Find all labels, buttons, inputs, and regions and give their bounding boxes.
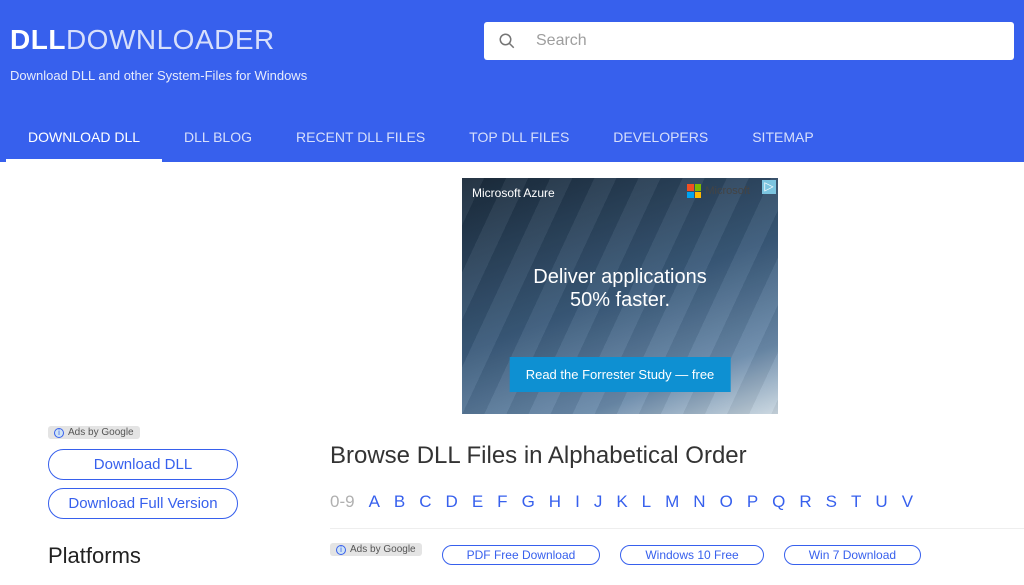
search-input[interactable] bbox=[536, 32, 1000, 50]
ad-cta-button[interactable]: Read the Forrester Study — free bbox=[510, 357, 731, 392]
ad-brand-right: Microsoft bbox=[687, 184, 750, 198]
alpha-letter[interactable]: S bbox=[826, 492, 837, 512]
ad-link-pdf[interactable]: PDF Free Download bbox=[442, 545, 601, 565]
alpha-letter[interactable]: H bbox=[549, 492, 561, 512]
bottom-ads-row: iAds by Google PDF Free Download Windows… bbox=[330, 543, 1024, 566]
nav-top-dll[interactable]: TOP DLL FILES bbox=[447, 117, 591, 162]
alpha-letter[interactable]: K bbox=[616, 492, 627, 512]
nav-developers[interactable]: DEVELOPERS bbox=[591, 117, 730, 162]
search-box[interactable] bbox=[484, 22, 1014, 60]
search-container bbox=[484, 22, 1014, 60]
alpha-letter[interactable]: U bbox=[875, 492, 887, 512]
info-icon: i bbox=[54, 428, 64, 438]
alpha-letter[interactable]: F bbox=[497, 492, 507, 512]
info-icon: i bbox=[336, 545, 346, 555]
ad-link-win10[interactable]: Windows 10 Free bbox=[620, 545, 763, 565]
ad-close-icon[interactable]: ▷ bbox=[762, 180, 776, 194]
sidebar: iAds by Google Download DLL Download Ful… bbox=[0, 162, 330, 569]
alpha-letter[interactable]: V bbox=[902, 492, 913, 512]
ads-by-google-label[interactable]: iAds by Google bbox=[48, 426, 140, 439]
alpha-letter[interactable]: M bbox=[665, 492, 679, 512]
alphabet-nav: 0-9 A B C D E F G H I J K L M N O P Q R … bbox=[330, 492, 1024, 529]
download-full-version-button[interactable]: Download Full Version bbox=[48, 488, 238, 519]
nav-sitemap[interactable]: SITEMAP bbox=[730, 117, 835, 162]
browse-heading: Browse DLL Files in Alphabetical Order bbox=[330, 442, 1024, 470]
tagline: Download DLL and other System-Files for … bbox=[10, 68, 484, 83]
platforms-heading: Platforms bbox=[48, 543, 310, 569]
download-dll-button[interactable]: Download DLL bbox=[48, 449, 238, 480]
alpha-letter[interactable]: J bbox=[594, 492, 603, 512]
alpha-letter[interactable]: T bbox=[851, 492, 861, 512]
ad-headline: Deliver applications50% faster. bbox=[462, 266, 778, 312]
alpha-letter[interactable]: E bbox=[472, 492, 483, 512]
alpha-letter[interactable]: Q bbox=[772, 492, 785, 512]
ad-brand-left: Microsoft Azure bbox=[472, 186, 555, 200]
ad-banner[interactable]: Microsoft Azure Microsoft ▷ Deliver appl… bbox=[462, 178, 778, 414]
main-nav: DOWNLOAD DLL DLL BLOG RECENT DLL FILES T… bbox=[0, 117, 1024, 162]
alpha-letter[interactable]: I bbox=[575, 492, 580, 512]
ads-by-google-label[interactable]: iAds by Google bbox=[330, 543, 422, 556]
ad-link-win7[interactable]: Win 7 Download bbox=[784, 545, 921, 565]
alpha-letter[interactable]: O bbox=[720, 492, 733, 512]
nav-download-dll[interactable]: DOWNLOAD DLL bbox=[6, 117, 162, 162]
header: DLLDOWNLOADER Download DLL and other Sys… bbox=[0, 0, 1024, 162]
alpha-0-9[interactable]: 0-9 bbox=[330, 492, 355, 512]
nav-recent-dll[interactable]: RECENT DLL FILES bbox=[274, 117, 447, 162]
nav-dll-blog[interactable]: DLL BLOG bbox=[162, 117, 274, 162]
alpha-letter[interactable]: D bbox=[446, 492, 458, 512]
alpha-letter[interactable]: C bbox=[419, 492, 431, 512]
microsoft-logo-icon bbox=[687, 184, 701, 198]
logo-area: DLLDOWNLOADER Download DLL and other Sys… bbox=[10, 18, 484, 83]
alpha-letter[interactable]: L bbox=[642, 492, 651, 512]
alpha-letter[interactable]: G bbox=[522, 492, 535, 512]
alpha-letter[interactable]: B bbox=[394, 492, 405, 512]
alpha-letter[interactable]: R bbox=[799, 492, 811, 512]
alpha-letter[interactable]: A bbox=[369, 492, 380, 512]
main-content: Microsoft Azure Microsoft ▷ Deliver appl… bbox=[330, 162, 1024, 569]
alpha-letter[interactable]: P bbox=[747, 492, 758, 512]
alpha-letter[interactable]: N bbox=[693, 492, 705, 512]
search-icon bbox=[498, 32, 516, 50]
site-logo[interactable]: DLLDOWNLOADER bbox=[10, 24, 484, 56]
